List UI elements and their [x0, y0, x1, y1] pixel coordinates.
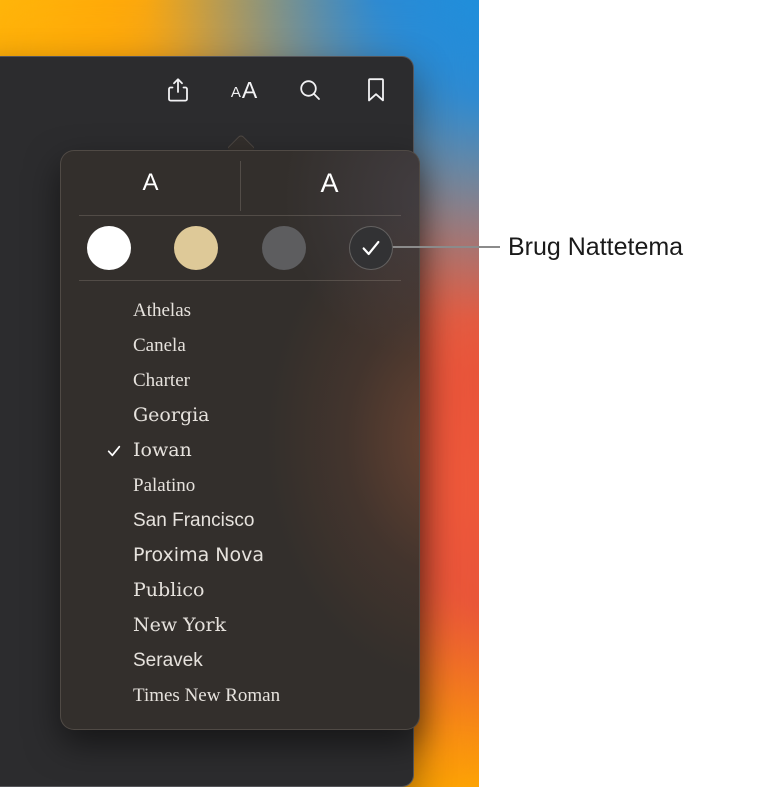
font-list-item-georgia[interactable]: Georgia [61, 398, 419, 433]
font-name-label: Athelas [133, 300, 192, 321]
appearance-popover: A A Athelas Canela Charter Georgia Iowan… [60, 150, 420, 730]
text-size-large-a: A [241, 76, 258, 103]
font-list-item-times-new-roman[interactable]: Times New Roman [61, 678, 419, 713]
decrease-font-size-button[interactable]: A [61, 151, 240, 215]
increase-font-size-button[interactable]: A [240, 151, 419, 215]
share-icon[interactable] [163, 75, 193, 105]
font-list: Athelas Canela Charter Georgia Iowan Pal… [61, 281, 419, 727]
font-name-label: Canela [133, 335, 186, 356]
theme-swatch-row [61, 216, 419, 280]
font-list-item-canela[interactable]: Canela [61, 328, 419, 363]
checkmark-icon [362, 240, 380, 256]
font-name-label: San Francisco [133, 510, 255, 531]
increase-font-size-label: A [320, 167, 339, 198]
toolbar-icon-group: A A [163, 75, 391, 105]
theme-swatch-gray[interactable] [261, 226, 306, 270]
checkmark-icon [107, 445, 121, 456]
window-toolbar: A A [0, 57, 413, 135]
font-list-item-proxima-nova[interactable]: Proxima Nova [61, 538, 419, 573]
font-name-label: Seravek [133, 650, 203, 671]
font-list-item-san-francisco[interactable]: San Francisco [61, 503, 419, 538]
font-list-item-athelas[interactable]: Athelas [61, 293, 419, 328]
text-size-small-a: A [230, 83, 241, 101]
font-list-item-seravek[interactable]: Seravek [61, 643, 419, 678]
bookmark-icon[interactable] [361, 75, 391, 105]
font-name-label: Times New Roman [133, 685, 281, 706]
font-list-item-iowan[interactable]: Iowan [61, 433, 419, 468]
font-list-item-publico[interactable]: Publico [61, 573, 419, 608]
decrease-font-size-label: A [142, 169, 159, 196]
font-name-label: Charter [133, 370, 190, 391]
font-name-label: Iowan [133, 439, 192, 461]
font-name-label: New York [133, 614, 227, 636]
text-size-icon[interactable]: A A [229, 75, 259, 105]
font-name-label: Georgia [133, 404, 210, 426]
font-list-item-palatino[interactable]: Palatino [61, 468, 419, 503]
font-name-label: Palatino [133, 475, 196, 496]
theme-swatch-white[interactable] [87, 226, 131, 270]
font-size-row: A A [61, 151, 419, 215]
font-name-label: Publico [133, 579, 205, 601]
theme-swatch-night[interactable] [348, 226, 393, 270]
screenshot-canvas: A A A A Athelas Canela Charter Georgia I… [0, 0, 758, 787]
font-size-divider [240, 161, 241, 211]
theme-swatch-sepia[interactable] [174, 226, 219, 270]
callout-label: Brug Nattetema [508, 233, 684, 261]
font-list-item-charter[interactable]: Charter [61, 363, 419, 398]
font-name-label: Proxima Nova [133, 544, 264, 566]
search-icon[interactable] [295, 75, 325, 105]
font-list-item-new-york[interactable]: New York [61, 608, 419, 643]
